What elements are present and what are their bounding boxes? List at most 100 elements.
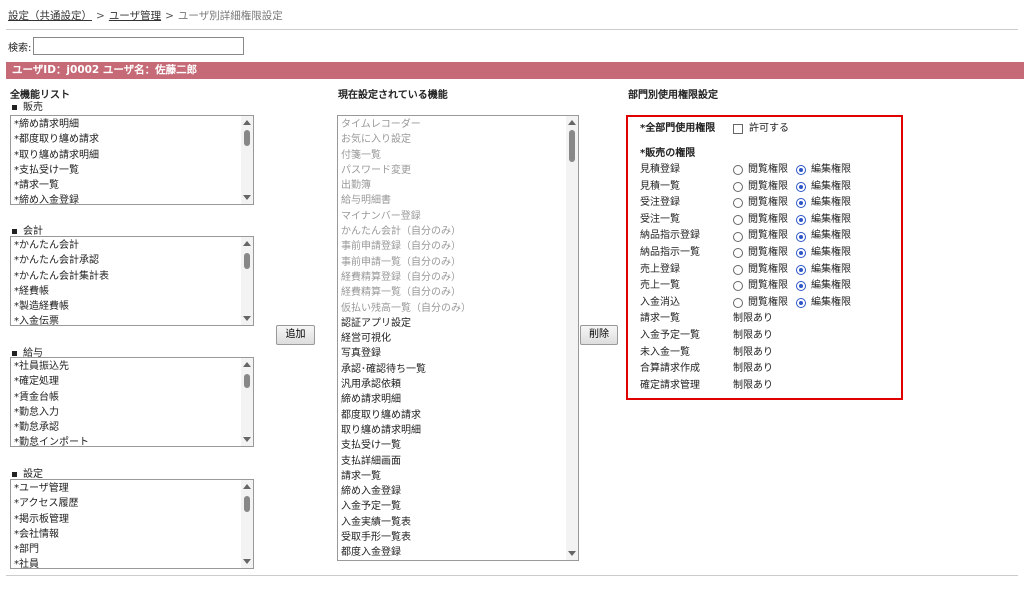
current-functions-listbox[interactable]: タイムレコーダー お気に入り設定 付箋一覧 パスワード変更 出勤簿 給与明細書 マイナンバー…	[337, 115, 579, 561]
edit-permission-label[interactable]: 編集権限	[811, 278, 851, 295]
scroll-down-icon[interactable]	[568, 551, 576, 556]
scroll-thumb[interactable]	[569, 130, 575, 162]
list-item[interactable]: *賃金台帳	[14, 390, 239, 405]
function-listbox[interactable]: *社員振込先 *確定処理 *賃金台帳 *勤怠入力 *勤怠承認 *勤怠インポート	[10, 357, 254, 447]
list-item[interactable]: 受取手形一覧表	[341, 530, 564, 545]
edit-permission-label[interactable]: 編集権限	[811, 179, 851, 196]
scroll-down-icon[interactable]	[243, 316, 251, 321]
view-permission-label[interactable]: 閲覧権限	[748, 228, 788, 245]
edit-permission-radio[interactable]	[796, 231, 806, 242]
view-permission-radio[interactable]	[733, 281, 743, 292]
scroll-down-icon[interactable]	[243, 437, 251, 442]
list-item[interactable]: 写真登録	[341, 346, 564, 361]
list-item[interactable]: *部門	[14, 542, 239, 557]
list-item[interactable]: 認証アプリ設定	[341, 316, 564, 331]
view-permission-label[interactable]: 閲覧権限	[748, 179, 788, 196]
list-item[interactable]: *かんたん会計承認	[14, 253, 239, 268]
list-item[interactable]: *社員振込先	[14, 359, 239, 374]
edit-permission-radio[interactable]	[796, 181, 806, 192]
list-item[interactable]: 取り纏め請求明細	[341, 423, 564, 438]
edit-permission-radio[interactable]	[796, 281, 806, 292]
view-permission-radio[interactable]	[733, 264, 743, 275]
edit-permission-radio[interactable]	[796, 198, 806, 209]
view-permission-radio[interactable]	[733, 231, 743, 242]
list-item[interactable]: 経営可視化	[341, 331, 564, 346]
list-item[interactable]: *請求一覧	[14, 178, 239, 193]
list-item[interactable]: 汎用承認依頼	[341, 377, 564, 392]
view-permission-radio[interactable]	[733, 298, 743, 309]
scroll-thumb[interactable]	[244, 253, 250, 269]
view-permission-label[interactable]: 閲覧権限	[748, 212, 788, 229]
breadcrumb-link-common-settings[interactable]: 設定（共通設定）	[8, 10, 92, 22]
search-input[interactable]	[33, 37, 245, 55]
view-permission-radio[interactable]	[733, 248, 743, 259]
scroll-down-icon[interactable]	[243, 559, 251, 564]
list-item[interactable]: 支払受け一覧	[341, 438, 564, 453]
edit-permission-radio[interactable]	[796, 298, 806, 309]
scroll-up-icon[interactable]	[243, 484, 251, 489]
delete-button[interactable]: 削除	[580, 325, 618, 345]
list-item[interactable]: 都度入金登録	[341, 545, 564, 560]
list-item[interactable]: *勤怠インポート	[14, 435, 239, 446]
scroll-thumb[interactable]	[244, 130, 250, 146]
view-permission-label[interactable]: 閲覧権限	[748, 295, 788, 312]
list-item[interactable]: *締め請求明細	[14, 117, 239, 132]
edit-permission-radio[interactable]	[796, 264, 806, 275]
scroll-up-icon[interactable]	[243, 241, 251, 246]
scroll-thumb[interactable]	[244, 374, 250, 388]
view-permission-label[interactable]: 閲覧権限	[748, 195, 788, 212]
edit-permission-label[interactable]: 編集権限	[811, 195, 851, 212]
list-item[interactable]: *経費帳	[14, 284, 239, 299]
scroll-up-icon[interactable]	[243, 362, 251, 367]
view-permission-label[interactable]: 閲覧権限	[748, 278, 788, 295]
list-item[interactable]: 都度取り纏め請求	[341, 408, 564, 423]
list-item[interactable]: *締め入金登録	[14, 193, 239, 204]
list-item[interactable]: 請求一覧	[341, 469, 564, 484]
edit-permission-label[interactable]: 編集権限	[811, 228, 851, 245]
view-permission-radio[interactable]	[733, 181, 743, 192]
scrollbar[interactable]	[241, 358, 253, 446]
scroll-up-icon[interactable]	[243, 120, 251, 125]
list-item[interactable]: *製造経費帳	[14, 299, 239, 314]
allow-checkbox[interactable]	[733, 124, 743, 135]
list-item[interactable]: *勤怠承認	[14, 420, 239, 435]
edit-permission-label[interactable]: 編集権限	[811, 245, 851, 262]
view-permission-radio[interactable]	[733, 215, 743, 226]
scrollbar[interactable]	[241, 237, 253, 325]
function-listbox[interactable]: *締め請求明細 *都度取り纏め請求 *取り纏め請求明細 *支払受け一覧 *請求一覧 *締め…	[10, 115, 254, 205]
scroll-thumb[interactable]	[244, 496, 250, 512]
list-item[interactable]: *会社情報	[14, 527, 239, 542]
view-permission-label[interactable]: 閲覧権限	[748, 262, 788, 279]
list-item[interactable]: *アクセス履歴	[14, 496, 239, 511]
edit-permission-radio[interactable]	[796, 165, 806, 176]
edit-permission-radio[interactable]	[796, 248, 806, 259]
list-item[interactable]: *取り纏め請求明細	[14, 148, 239, 163]
edit-permission-label[interactable]: 編集権限	[811, 212, 851, 229]
list-item[interactable]: *掲示板管理	[14, 512, 239, 527]
list-item[interactable]: *入金伝票	[14, 314, 239, 325]
list-item[interactable]: 支払詳細画面	[341, 454, 564, 469]
function-listbox[interactable]: *ユーザ管理 *アクセス履歴 *掲示板管理 *会社情報 *部門 *社員	[10, 479, 254, 569]
list-item[interactable]: *勤怠入力	[14, 405, 239, 420]
edit-permission-label[interactable]: 編集権限	[811, 295, 851, 312]
scroll-up-icon[interactable]	[568, 120, 576, 125]
list-item[interactable]: 承認･確認待ち一覧	[341, 362, 564, 377]
breadcrumb-link-user-management[interactable]: ユーザ管理	[109, 10, 161, 22]
scrollbar[interactable]	[241, 116, 253, 204]
list-item[interactable]: *支払受け一覧	[14, 163, 239, 178]
list-item[interactable]: *かんたん会計	[14, 238, 239, 253]
list-item[interactable]: *かんたん会計集計表	[14, 269, 239, 284]
list-item[interactable]: *都度取り纏め請求	[14, 132, 239, 147]
scrollbar[interactable]	[241, 480, 253, 568]
list-item[interactable]: *確定処理	[14, 374, 239, 389]
add-button[interactable]: 追加	[276, 325, 315, 345]
view-permission-label[interactable]: 閲覧権限	[748, 245, 788, 262]
list-item[interactable]: 入金実績一覧表	[341, 515, 564, 530]
list-item[interactable]: 入金予定一覧	[341, 499, 564, 514]
edit-permission-label[interactable]: 編集権限	[811, 162, 851, 179]
allow-checkbox-label[interactable]: 許可する	[749, 121, 789, 138]
list-item[interactable]: *ユーザ管理	[14, 481, 239, 496]
view-permission-label[interactable]: 閲覧権限	[748, 162, 788, 179]
scrollbar[interactable]	[566, 116, 578, 560]
edit-permission-label[interactable]: 編集権限	[811, 262, 851, 279]
